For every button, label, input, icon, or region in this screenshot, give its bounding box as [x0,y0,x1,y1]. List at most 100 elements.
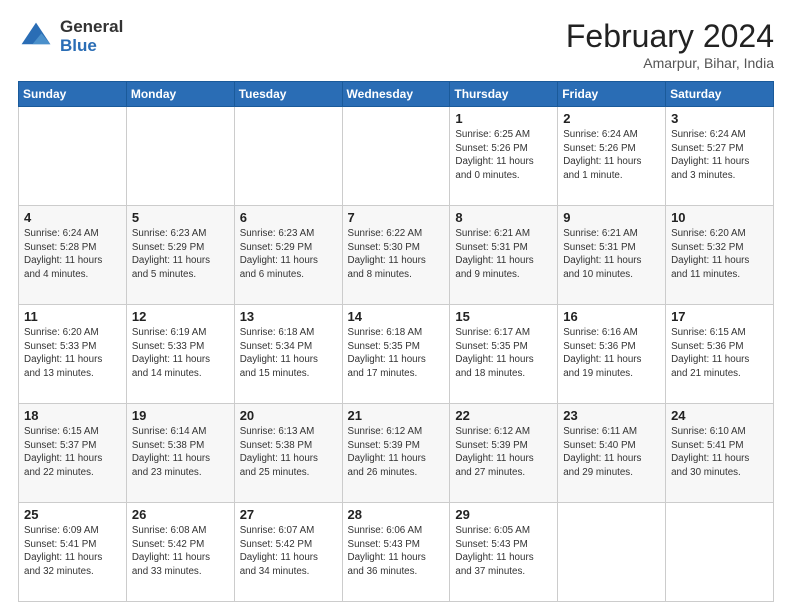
table-row: 25 Sunrise: 6:09 AMSunset: 5:41 PMDayligh… [19,503,127,602]
table-row [342,107,450,206]
day-info: Sunrise: 6:20 AMSunset: 5:33 PMDaylight:… [24,326,121,381]
day-info: Sunrise: 6:10 AMSunset: 5:41 PMDaylight:… [671,425,768,480]
day-number: 14 [348,309,445,324]
day-info: Sunrise: 6:21 AMSunset: 5:31 PMDaylight:… [563,227,660,282]
day-number: 3 [671,111,768,126]
day-info: Sunrise: 6:19 AMSunset: 5:33 PMDaylight:… [132,326,229,381]
day-info: Sunrise: 6:09 AMSunset: 5:41 PMDaylight:… [24,524,121,579]
day-info: Sunrise: 6:12 AMSunset: 5:39 PMDaylight:… [455,425,552,480]
title-block: February 2024 Amarpur, Bihar, India [566,18,774,71]
calendar-week-row: 25 Sunrise: 6:09 AMSunset: 5:41 PMDayligh… [19,503,774,602]
table-row: 27Sunrise: 6:07 AMSunset: 5:42 PMDayligh… [234,503,342,602]
col-friday: Friday [558,82,666,107]
col-thursday: Thursday [450,82,558,107]
day-number: 21 [348,408,445,423]
table-row [234,107,342,206]
col-monday: Monday [126,82,234,107]
table-row [666,503,774,602]
day-number: 25 [24,507,121,522]
day-number: 4 [24,210,121,225]
logo-icon [18,19,54,55]
table-row: 3 Sunrise: 6:24 AMSunset: 5:27 PMDaylight… [666,107,774,206]
calendar-table: Sunday Monday Tuesday Wednesday Thursday… [18,81,774,602]
table-row: 28 Sunrise: 6:06 AMSunset: 5:43 PMDayligh… [342,503,450,602]
table-row: 5 Sunrise: 6:23 AMSunset: 5:29 PMDaylight… [126,206,234,305]
table-row: 26 Sunrise: 6:08 AMSunset: 5:42 PMDayligh… [126,503,234,602]
day-info: Sunrise: 6:05 AMSunset: 5:43 PMDaylight:… [455,524,552,579]
table-row: 17Sunrise: 6:15 AMSunset: 5:36 PMDayligh… [666,305,774,404]
day-number: 13 [240,309,337,324]
location-subtitle: Amarpur, Bihar, India [566,55,774,71]
day-number: 17 [671,309,768,324]
table-row: 23Sunrise: 6:11 AMSunset: 5:40 PMDayligh… [558,404,666,503]
calendar-week-row: 11Sunrise: 6:20 AMSunset: 5:33 PMDayligh… [19,305,774,404]
day-number: 12 [132,309,229,324]
table-row: 20 Sunrise: 6:13 AMSunset: 5:38 PMDayligh… [234,404,342,503]
calendar-header-row: Sunday Monday Tuesday Wednesday Thursday… [19,82,774,107]
day-info: Sunrise: 6:12 AMSunset: 5:39 PMDaylight:… [348,425,445,480]
table-row: 10Sunrise: 6:20 AMSunset: 5:32 PMDayligh… [666,206,774,305]
day-info: Sunrise: 6:14 AMSunset: 5:38 PMDaylight:… [132,425,229,480]
day-info: Sunrise: 6:13 AMSunset: 5:38 PMDaylight:… [240,425,337,480]
table-row: 9 Sunrise: 6:21 AMSunset: 5:31 PMDaylight… [558,206,666,305]
logo: General Blue [18,18,123,55]
month-title: February 2024 [566,18,774,55]
table-row: 8Sunrise: 6:21 AMSunset: 5:31 PMDaylight… [450,206,558,305]
day-number: 20 [240,408,337,423]
table-row: 19Sunrise: 6:14 AMSunset: 5:38 PMDayligh… [126,404,234,503]
day-number: 5 [132,210,229,225]
col-tuesday: Tuesday [234,82,342,107]
day-number: 28 [348,507,445,522]
table-row: 12 Sunrise: 6:19 AMSunset: 5:33 PMDayligh… [126,305,234,404]
day-number: 8 [455,210,552,225]
table-row: 13Sunrise: 6:18 AMSunset: 5:34 PMDayligh… [234,305,342,404]
table-row: 21 Sunrise: 6:12 AMSunset: 5:39 PMDayligh… [342,404,450,503]
day-number: 23 [563,408,660,423]
day-info: Sunrise: 6:24 AMSunset: 5:26 PMDaylight:… [563,128,660,183]
day-info: Sunrise: 6:07 AMSunset: 5:42 PMDaylight:… [240,524,337,579]
col-wednesday: Wednesday [342,82,450,107]
day-number: 2 [563,111,660,126]
day-number: 9 [563,210,660,225]
header: General Blue February 2024 Amarpur, Biha… [18,18,774,71]
day-number: 18 [24,408,121,423]
table-row: 1 Sunrise: 6:25 AMSunset: 5:26 PMDaylight… [450,107,558,206]
day-number: 1 [455,111,552,126]
calendar-week-row: 18 Sunrise: 6:15 AMSunset: 5:37 PMDayligh… [19,404,774,503]
table-row: 7Sunrise: 6:22 AMSunset: 5:30 PMDaylight… [342,206,450,305]
day-number: 22 [455,408,552,423]
day-number: 6 [240,210,337,225]
logo-general-text: General [60,18,123,37]
day-number: 29 [455,507,552,522]
day-info: Sunrise: 6:24 AMSunset: 5:27 PMDaylight:… [671,128,768,183]
day-number: 24 [671,408,768,423]
day-info: Sunrise: 6:08 AMSunset: 5:42 PMDaylight:… [132,524,229,579]
day-info: Sunrise: 6:15 AMSunset: 5:37 PMDaylight:… [24,425,121,480]
table-row: 11Sunrise: 6:20 AMSunset: 5:33 PMDayligh… [19,305,127,404]
day-info: Sunrise: 6:17 AMSunset: 5:35 PMDaylight:… [455,326,552,381]
table-row: 14 Sunrise: 6:18 AMSunset: 5:35 PMDayligh… [342,305,450,404]
day-number: 16 [563,309,660,324]
table-row: 24 Sunrise: 6:10 AMSunset: 5:41 PMDayligh… [666,404,774,503]
day-info: Sunrise: 6:23 AMSunset: 5:29 PMDaylight:… [132,227,229,282]
col-sunday: Sunday [19,82,127,107]
logo-blue-text: Blue [60,37,123,56]
table-row: 6Sunrise: 6:23 AMSunset: 5:29 PMDaylight… [234,206,342,305]
day-info: Sunrise: 6:25 AMSunset: 5:26 PMDaylight:… [455,128,552,183]
table-row: 4Sunrise: 6:24 AMSunset: 5:28 PMDaylight… [19,206,127,305]
day-info: Sunrise: 6:18 AMSunset: 5:35 PMDaylight:… [348,326,445,381]
table-row [126,107,234,206]
day-info: Sunrise: 6:16 AMSunset: 5:36 PMDaylight:… [563,326,660,381]
table-row: 16 Sunrise: 6:16 AMSunset: 5:36 PMDayligh… [558,305,666,404]
table-row: 2 Sunrise: 6:24 AMSunset: 5:26 PMDaylight… [558,107,666,206]
table-row: 15 Sunrise: 6:17 AMSunset: 5:35 PMDayligh… [450,305,558,404]
table-row [19,107,127,206]
day-number: 15 [455,309,552,324]
day-info: Sunrise: 6:22 AMSunset: 5:30 PMDaylight:… [348,227,445,282]
table-row: 18 Sunrise: 6:15 AMSunset: 5:37 PMDayligh… [19,404,127,503]
col-saturday: Saturday [666,82,774,107]
table-row [558,503,666,602]
day-number: 26 [132,507,229,522]
day-info: Sunrise: 6:06 AMSunset: 5:43 PMDaylight:… [348,524,445,579]
day-number: 10 [671,210,768,225]
